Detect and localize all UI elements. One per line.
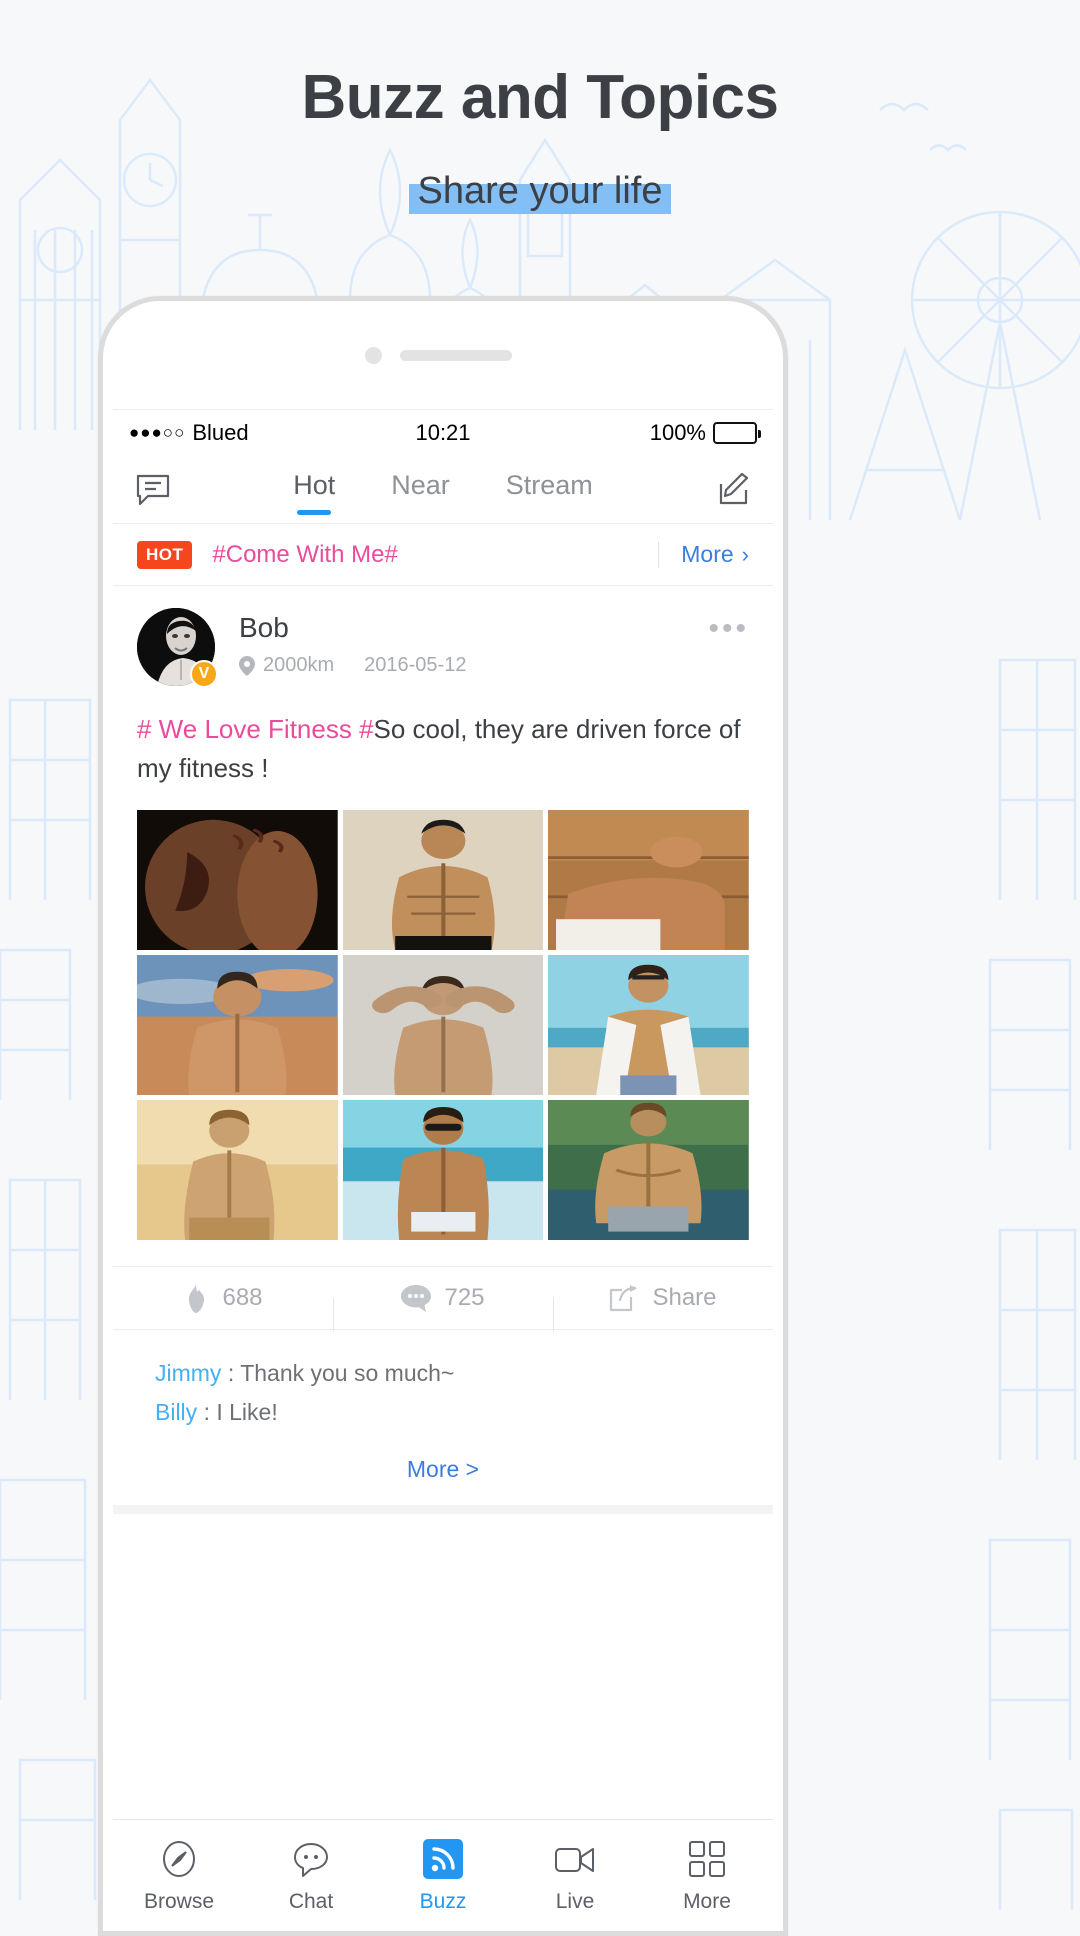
- comments-more-label: More: [406, 1456, 460, 1483]
- post-submeta: 2000km 2016-05-12: [239, 654, 466, 677]
- tab-label: Chat: [288, 1890, 334, 1913]
- comment-list: Jimmy : Thank you so much~ Billy : I Lik…: [113, 1330, 773, 1441]
- post-date: 2016-05-12: [364, 654, 467, 676]
- share-button[interactable]: Share: [553, 1284, 773, 1332]
- message-bubble-icon: [136, 474, 170, 505]
- photo-arms-behind-head[interactable]: [342, 955, 544, 1095]
- comment-item[interactable]: Jimmy : Thank you so much~: [155, 1354, 749, 1393]
- tab-chat[interactable]: Chat: [245, 1837, 377, 1914]
- carrier-name: Blued: [192, 420, 249, 445]
- compass-icon: [157, 1837, 201, 1881]
- post-meta: Bob 2000km 2016-05-12: [239, 608, 466, 677]
- tab-label: Live: [555, 1890, 595, 1913]
- compose-button[interactable]: [707, 472, 751, 507]
- tab-label: More: [683, 1890, 731, 1913]
- post-author-name[interactable]: Bob: [239, 612, 466, 644]
- photo-sunset-physique[interactable]: [137, 955, 338, 1095]
- divider: [658, 541, 660, 568]
- hero-section: Buzz and Topics Share your life: [0, 0, 1080, 215]
- phone-screen: ●●●○○ Blued 10:21 100% Hot Near Stream H…: [113, 409, 773, 1931]
- signal-strength-icon: ●●●○○: [129, 423, 186, 442]
- post-photo-grid: [137, 810, 749, 1266]
- grid-icon: [685, 1837, 729, 1881]
- battery-percentage: 100%: [649, 420, 706, 445]
- phone-top-bezel: [103, 301, 783, 409]
- post-distance: 2000km: [263, 654, 335, 676]
- battery-icon: [713, 422, 761, 444]
- tab-stream[interactable]: Stream: [506, 470, 593, 509]
- rss-icon: [421, 1837, 465, 1881]
- share-icon: [610, 1285, 638, 1312]
- chevron-right-icon: >: [465, 1456, 480, 1483]
- messages-button[interactable]: [135, 473, 179, 507]
- hot-topic-bar[interactable]: HOT #Come With Me# More ›: [113, 524, 773, 586]
- post-hashtag[interactable]: # We Love Fitness #: [137, 714, 374, 744]
- top-navigation-bar: Hot Near Stream: [113, 456, 773, 524]
- tab-label: Browse: [143, 1890, 215, 1913]
- tab-hot[interactable]: Hot: [293, 470, 335, 509]
- page-title: Buzz and Topics: [301, 63, 779, 132]
- feed-tabs: Hot Near Stream: [179, 470, 707, 509]
- photo-back-muscles-water[interactable]: [548, 1100, 749, 1240]
- earpiece-speaker: [400, 350, 512, 361]
- phone-mockup: ●●●○○ Blued 10:21 100% Hot Near Stream H…: [98, 296, 788, 1936]
- tab-near[interactable]: Near: [391, 470, 450, 509]
- tab-live[interactable]: Live: [509, 1837, 641, 1914]
- hot-badge: HOT: [137, 540, 193, 569]
- avatar[interactable]: V: [137, 608, 218, 688]
- front-camera-icon: [365, 347, 382, 364]
- bottom-tab-bar: Browse Chat Buzz Live More: [113, 1819, 773, 1931]
- compose-icon: [719, 472, 749, 504]
- comment-icon: [401, 1285, 432, 1312]
- comment-separator: :: [203, 1399, 210, 1426]
- status-bar-right: 100%: [471, 420, 761, 446]
- comment-text: Thank you so much~: [240, 1360, 455, 1386]
- status-bar: ●●●○○ Blued 10:21 100%: [113, 410, 773, 456]
- comment-item[interactable]: Billy : I Like!: [155, 1393, 749, 1432]
- comments-more-button[interactable]: More >: [113, 1440, 773, 1505]
- post-header: V Bob 2000km 2016-05-12 •••: [137, 586, 749, 688]
- photo-sauna-recline[interactable]: [548, 810, 749, 950]
- video-camera-icon: [553, 1837, 597, 1881]
- comment-separator: :: [227, 1360, 235, 1386]
- photo-tattoo-torso[interactable]: [137, 810, 338, 950]
- photo-golden-light-physique[interactable]: [137, 1100, 338, 1240]
- hot-more-button[interactable]: More ›: [681, 541, 749, 568]
- comment-count: 725: [444, 1284, 485, 1311]
- comment-button[interactable]: 725: [333, 1284, 553, 1332]
- status-bar-time: 10:21: [415, 420, 471, 445]
- post-action-bar: 688 725 Share: [113, 1266, 773, 1332]
- photo-beanie-physique[interactable]: [342, 810, 544, 950]
- tab-label: Buzz: [419, 1890, 467, 1913]
- status-bar-left: ●●●○○ Blued: [129, 420, 415, 446]
- photo-sunglasses-beach[interactable]: [342, 1100, 544, 1240]
- post-card: V Bob 2000km 2016-05-12 ••• # We Love Fi…: [113, 586, 773, 1266]
- post-divider: [113, 1505, 773, 1515]
- location-pin-icon: [239, 655, 255, 676]
- chevron-right-icon: ›: [741, 541, 749, 567]
- page-subtitle: Share your life: [417, 170, 663, 213]
- comment-author[interactable]: Billy: [155, 1399, 197, 1425]
- like-count: 688: [222, 1284, 263, 1311]
- chat-bubble-icon: [289, 1837, 333, 1881]
- hero-subtitle-wrap: Share your life: [409, 170, 671, 215]
- photo-open-shirt-beach[interactable]: [548, 955, 749, 1095]
- like-button[interactable]: 688: [113, 1283, 333, 1313]
- verified-badge: V: [190, 660, 218, 688]
- comment-author[interactable]: Jimmy: [155, 1360, 221, 1386]
- tab-more[interactable]: More: [641, 1837, 773, 1914]
- tab-browse[interactable]: Browse: [113, 1837, 245, 1914]
- share-label: Share: [652, 1284, 717, 1311]
- hot-more-label: More: [681, 541, 734, 567]
- comment-text: I Like!: [216, 1399, 278, 1426]
- post-text: # We Love Fitness #So cool, they are dri…: [137, 710, 749, 788]
- flame-icon: [189, 1283, 205, 1313]
- tab-buzz[interactable]: Buzz: [377, 1837, 509, 1914]
- post-options-button[interactable]: •••: [708, 608, 749, 646]
- hot-topic-label[interactable]: #Come With Me#: [212, 541, 658, 569]
